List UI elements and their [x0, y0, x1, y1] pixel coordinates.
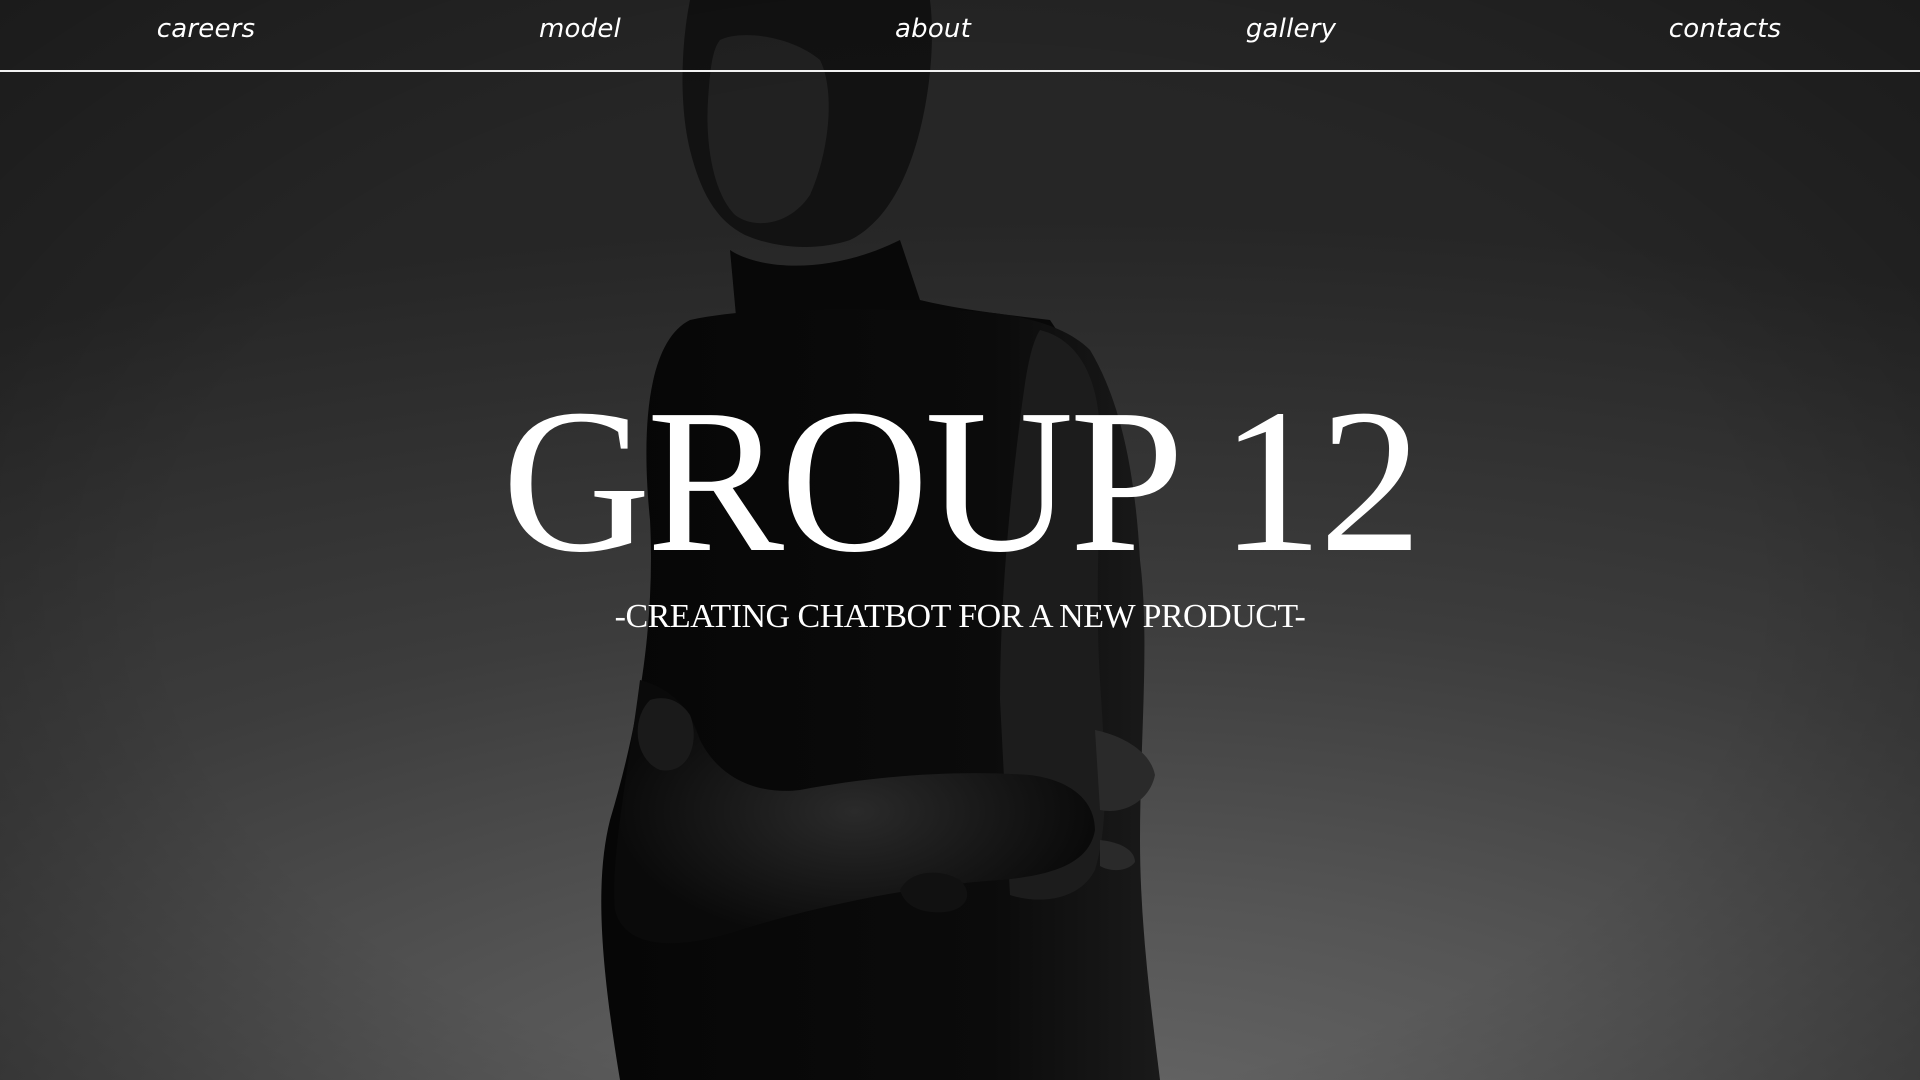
landing-page: careers model about gallery contacts GRO…	[0, 0, 1920, 1080]
nav-link-gallery[interactable]: gallery	[1246, 14, 1336, 44]
hero-title: GROUP 12	[501, 366, 1422, 595]
nav-link-model[interactable]: model	[539, 14, 621, 44]
hero-subtitle: -CREATING CHATBOT FOR A NEW PRODUCT-	[614, 598, 1306, 635]
nav-link-careers[interactable]: careers	[157, 14, 256, 44]
top-navigation: careers model about gallery contacts	[0, 0, 1920, 72]
nav-link-about[interactable]: about	[895, 14, 971, 44]
nav-link-contacts[interactable]: contacts	[1669, 14, 1781, 44]
